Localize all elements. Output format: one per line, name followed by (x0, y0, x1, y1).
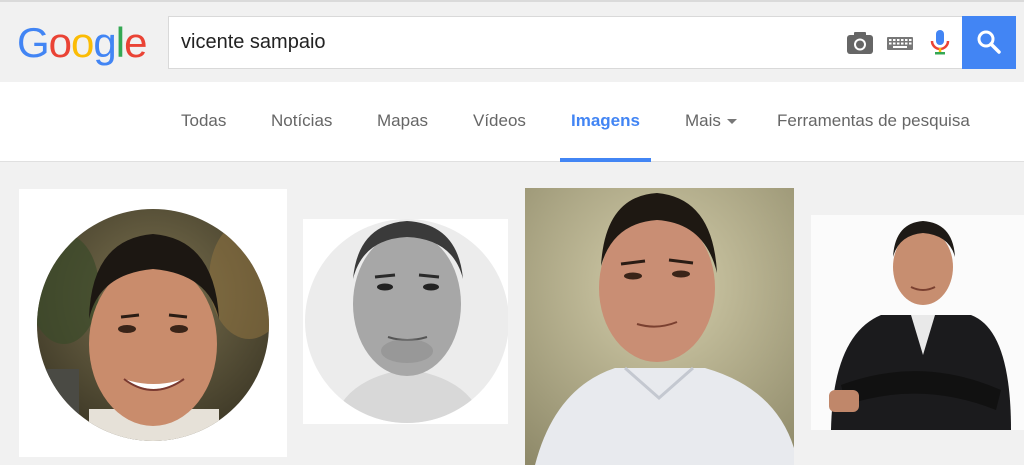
tab-mais-label: Mais (685, 111, 721, 130)
tab-mais[interactable]: Mais (685, 82, 737, 162)
image-result[interactable] (811, 215, 1024, 430)
search-box (168, 16, 962, 69)
search-tabs: Todas Notícias Mapas Vídeos Imagens Mais… (0, 82, 1024, 162)
image-result[interactable] (525, 188, 794, 465)
camera-icon[interactable] (845, 30, 875, 56)
tab-noticias[interactable]: Notícias (271, 82, 332, 162)
logo-letter: o (71, 19, 94, 66)
tab-mapas[interactable]: Mapas (377, 82, 428, 162)
image-result[interactable] (303, 219, 508, 424)
search-header: Google (0, 0, 1024, 82)
search-button[interactable] (962, 16, 1016, 69)
tab-ferramentas[interactable]: Ferramentas de pesquisa (777, 82, 970, 162)
logo-letter: o (48, 19, 72, 66)
logo-letter: e (124, 19, 147, 66)
portrait-photo (525, 188, 794, 465)
keyboard-icon[interactable] (885, 30, 915, 56)
microphone-icon[interactable] (925, 30, 955, 56)
portrait-photo (37, 209, 269, 441)
image-result[interactable] (19, 189, 287, 457)
logo-letter: l (115, 19, 125, 66)
chevron-down-icon (726, 119, 737, 125)
tab-imagens[interactable]: Imagens (560, 82, 651, 162)
tab-todas[interactable]: Todas (181, 82, 226, 162)
search-input[interactable] (181, 17, 821, 68)
tab-videos[interactable]: Vídeos (473, 82, 526, 162)
portrait-photo (811, 215, 1024, 430)
google-logo[interactable]: Google (17, 18, 147, 68)
image-results-grid (0, 162, 1024, 465)
search-icon (977, 30, 1001, 54)
logo-letter: g (93, 19, 116, 66)
logo-letter: G (17, 19, 50, 66)
portrait-photo (305, 219, 508, 423)
